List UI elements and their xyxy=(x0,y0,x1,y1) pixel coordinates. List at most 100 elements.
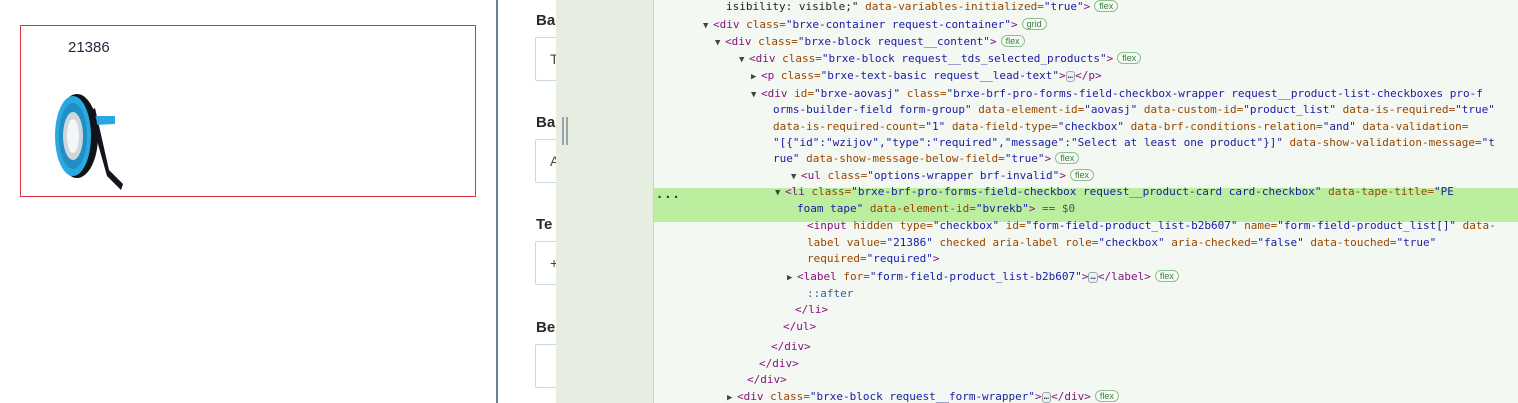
collapsed-content-ellipsis-icon[interactable]: … xyxy=(1065,71,1076,82)
expand-arrow-right-icon[interactable]: ▶ xyxy=(751,69,761,85)
selected-node-marker: == $0 xyxy=(1035,202,1076,215)
token-v: orms-builder-field form-group" xyxy=(773,103,972,116)
expand-arrow-down-icon[interactable]: ▼ xyxy=(703,18,713,34)
token-e: > xyxy=(932,252,940,265)
token-a1: class= xyxy=(780,69,821,82)
expand-arrow-down-icon[interactable]: ▼ xyxy=(739,52,749,68)
token-a3: checked aria-label role= xyxy=(932,236,1099,249)
token-a1: id= xyxy=(794,87,814,100)
field-label-3: Te xyxy=(536,216,553,233)
dom-node-line[interactable]: </div> xyxy=(737,372,787,388)
token-v3: "checkbox" xyxy=(1057,120,1125,133)
token-a1: class= xyxy=(782,52,822,65)
closing-tag: </li> xyxy=(795,303,829,316)
form-field-3[interactable]: + xyxy=(535,241,556,285)
token-v2: "21386" xyxy=(886,236,933,249)
token-a2: data-element-id= xyxy=(863,202,976,215)
expand-arrow-down-icon[interactable]: ▼ xyxy=(715,35,725,51)
token-v1: "brxe-container request-container" xyxy=(785,18,1012,31)
token-a1: class= xyxy=(746,18,786,31)
expand-arrow-down-icon[interactable]: ▼ xyxy=(775,185,785,201)
dom-node-line[interactable]: </div> xyxy=(749,356,799,372)
dom-node-line[interactable]: ▶ <label for="form-field-product_list-b2b… xyxy=(787,269,1179,285)
closing-tag: </p> xyxy=(1075,69,1102,82)
token-v1: "brxe-text-basic request__lead-text" xyxy=(820,69,1060,82)
dom-node-line[interactable]: rue" data-show-message-below-field="true… xyxy=(763,151,1080,167)
dom-node-line[interactable]: ▼ <div class="brxe-container request-cont… xyxy=(703,17,1047,33)
layout-badge[interactable]: flex xyxy=(1094,390,1119,402)
dom-node-line[interactable]: foam tape" data-element-id="bvrekb"> == … xyxy=(787,201,1075,217)
dom-node-line[interactable]: </div> xyxy=(761,339,811,355)
dom-node-line[interactable]: orms-builder-field form-group" data-elem… xyxy=(763,102,1495,118)
dom-node-line[interactable]: data-is-required-count="1" data-field-ty… xyxy=(763,119,1468,135)
token-v1: "brxe-block request__tds_selected_produc… xyxy=(821,52,1107,65)
token-a2: label value= xyxy=(807,236,887,249)
token-v4: "false" xyxy=(1257,236,1304,249)
dom-node-line[interactable]: ::after xyxy=(797,286,853,302)
dom-node-line[interactable]: isibility: visible;" data-variables-init… xyxy=(716,0,1119,16)
field-label-1: Ba xyxy=(536,12,556,29)
layout-badge[interactable]: flex xyxy=(1117,52,1142,64)
token-v3: "form-field-product_list[]" xyxy=(1277,219,1457,232)
token-t1: <ul xyxy=(801,169,828,182)
dom-node-line[interactable]: </ul> xyxy=(773,319,816,335)
token-a4: data-is-required= xyxy=(1335,103,1456,116)
layout-badge[interactable]: flex xyxy=(1094,0,1119,12)
token-v: rue" xyxy=(773,152,800,165)
node-options-icon[interactable]: ··· xyxy=(656,190,681,204)
form-field-4[interactable] xyxy=(535,344,556,388)
token-v3: "product_list" xyxy=(1243,103,1336,116)
form-field-1[interactable]: T xyxy=(535,37,556,81)
dom-node-line[interactable]: required="required"> xyxy=(797,251,939,267)
panel-resize-handle[interactable] xyxy=(562,117,568,145)
dom-node-line[interactable]: ▼ <div class="brxe-block request__content… xyxy=(715,34,1025,50)
token-a1: class= xyxy=(811,185,852,198)
dom-node-line[interactable]: label value="21386" checked aria-label r… xyxy=(797,235,1436,251)
layout-badge[interactable]: grid xyxy=(1021,18,1047,30)
token-a2: data-show-validation-message= xyxy=(1282,136,1482,149)
token-a2: required= xyxy=(807,252,867,265)
dom-node-line[interactable]: ▼ <div class="brxe-block request__tds_sel… xyxy=(739,51,1142,68)
product-code: 21386 xyxy=(68,39,110,56)
layout-badge[interactable]: flex xyxy=(1069,169,1094,181)
layout-badge[interactable]: flex xyxy=(1055,152,1080,164)
token-v2: "form-field-product_list-b2b607" xyxy=(1025,219,1238,232)
token-a2: class= xyxy=(900,87,947,100)
collapsed-content-ellipsis-icon[interactable]: … xyxy=(1088,272,1098,283)
dom-node-line[interactable]: <input hidden type="checkbox" id="form-f… xyxy=(797,218,1496,234)
token-e: > xyxy=(1059,169,1066,182)
dom-node-line[interactable]: ▼ <div id="brxe-aovasj" class="brxe-brf-p… xyxy=(751,86,1483,102)
collapsed-content-ellipsis-icon[interactable]: … xyxy=(1041,392,1052,403)
token-e: > xyxy=(1106,52,1114,65)
dom-node-line[interactable]: </li> xyxy=(785,302,828,318)
page-preview: 21386 xyxy=(0,0,496,403)
dom-node-line[interactable]: ▶ <div class="brxe-block request__form-wr… xyxy=(727,389,1119,403)
dom-node-line[interactable]: "[{"id":"wzijov","type":"required","mess… xyxy=(763,135,1495,151)
form-field-2[interactable]: A xyxy=(535,139,556,183)
layout-badge[interactable]: flex xyxy=(1000,35,1025,47)
token-a4: data-brf-conditions-relation= xyxy=(1124,120,1323,133)
dom-node-line[interactable]: ▶ <p class="brxe-text-basic request__lead… xyxy=(751,68,1102,84)
token-v1: "form-field-product_list-b2b607" xyxy=(869,270,1082,283)
product-card[interactable]: 21386 xyxy=(20,25,476,197)
token-t1: <input xyxy=(807,219,854,232)
token-v1: "checkbox" xyxy=(932,219,1000,232)
token-a1: for= xyxy=(843,270,870,283)
dom-node-line[interactable]: ▼ <li class="brxe-brf-pro-forms-field-che… xyxy=(775,184,1454,200)
dom-node-line[interactable]: ▼ <ul class="options-wrapper brf-invalid"… xyxy=(791,168,1094,184)
expand-arrow-down-icon[interactable]: ▼ xyxy=(751,87,761,103)
token-a5: data-validation= xyxy=(1355,120,1469,133)
expand-arrow-right-icon[interactable]: ▶ xyxy=(787,270,797,286)
form-column: Ba T Ba A Te + Be xyxy=(498,0,556,403)
layout-badge[interactable]: flex xyxy=(1154,270,1179,282)
token-v1: "brxe-aovasj" xyxy=(814,87,901,100)
closing-tag: </label> xyxy=(1097,270,1151,283)
expand-arrow-right-icon[interactable]: ▶ xyxy=(727,390,737,403)
token-a4: data- xyxy=(1456,219,1496,232)
token-t1: <p xyxy=(761,69,781,82)
expand-arrow-down-icon[interactable]: ▼ xyxy=(791,169,801,185)
